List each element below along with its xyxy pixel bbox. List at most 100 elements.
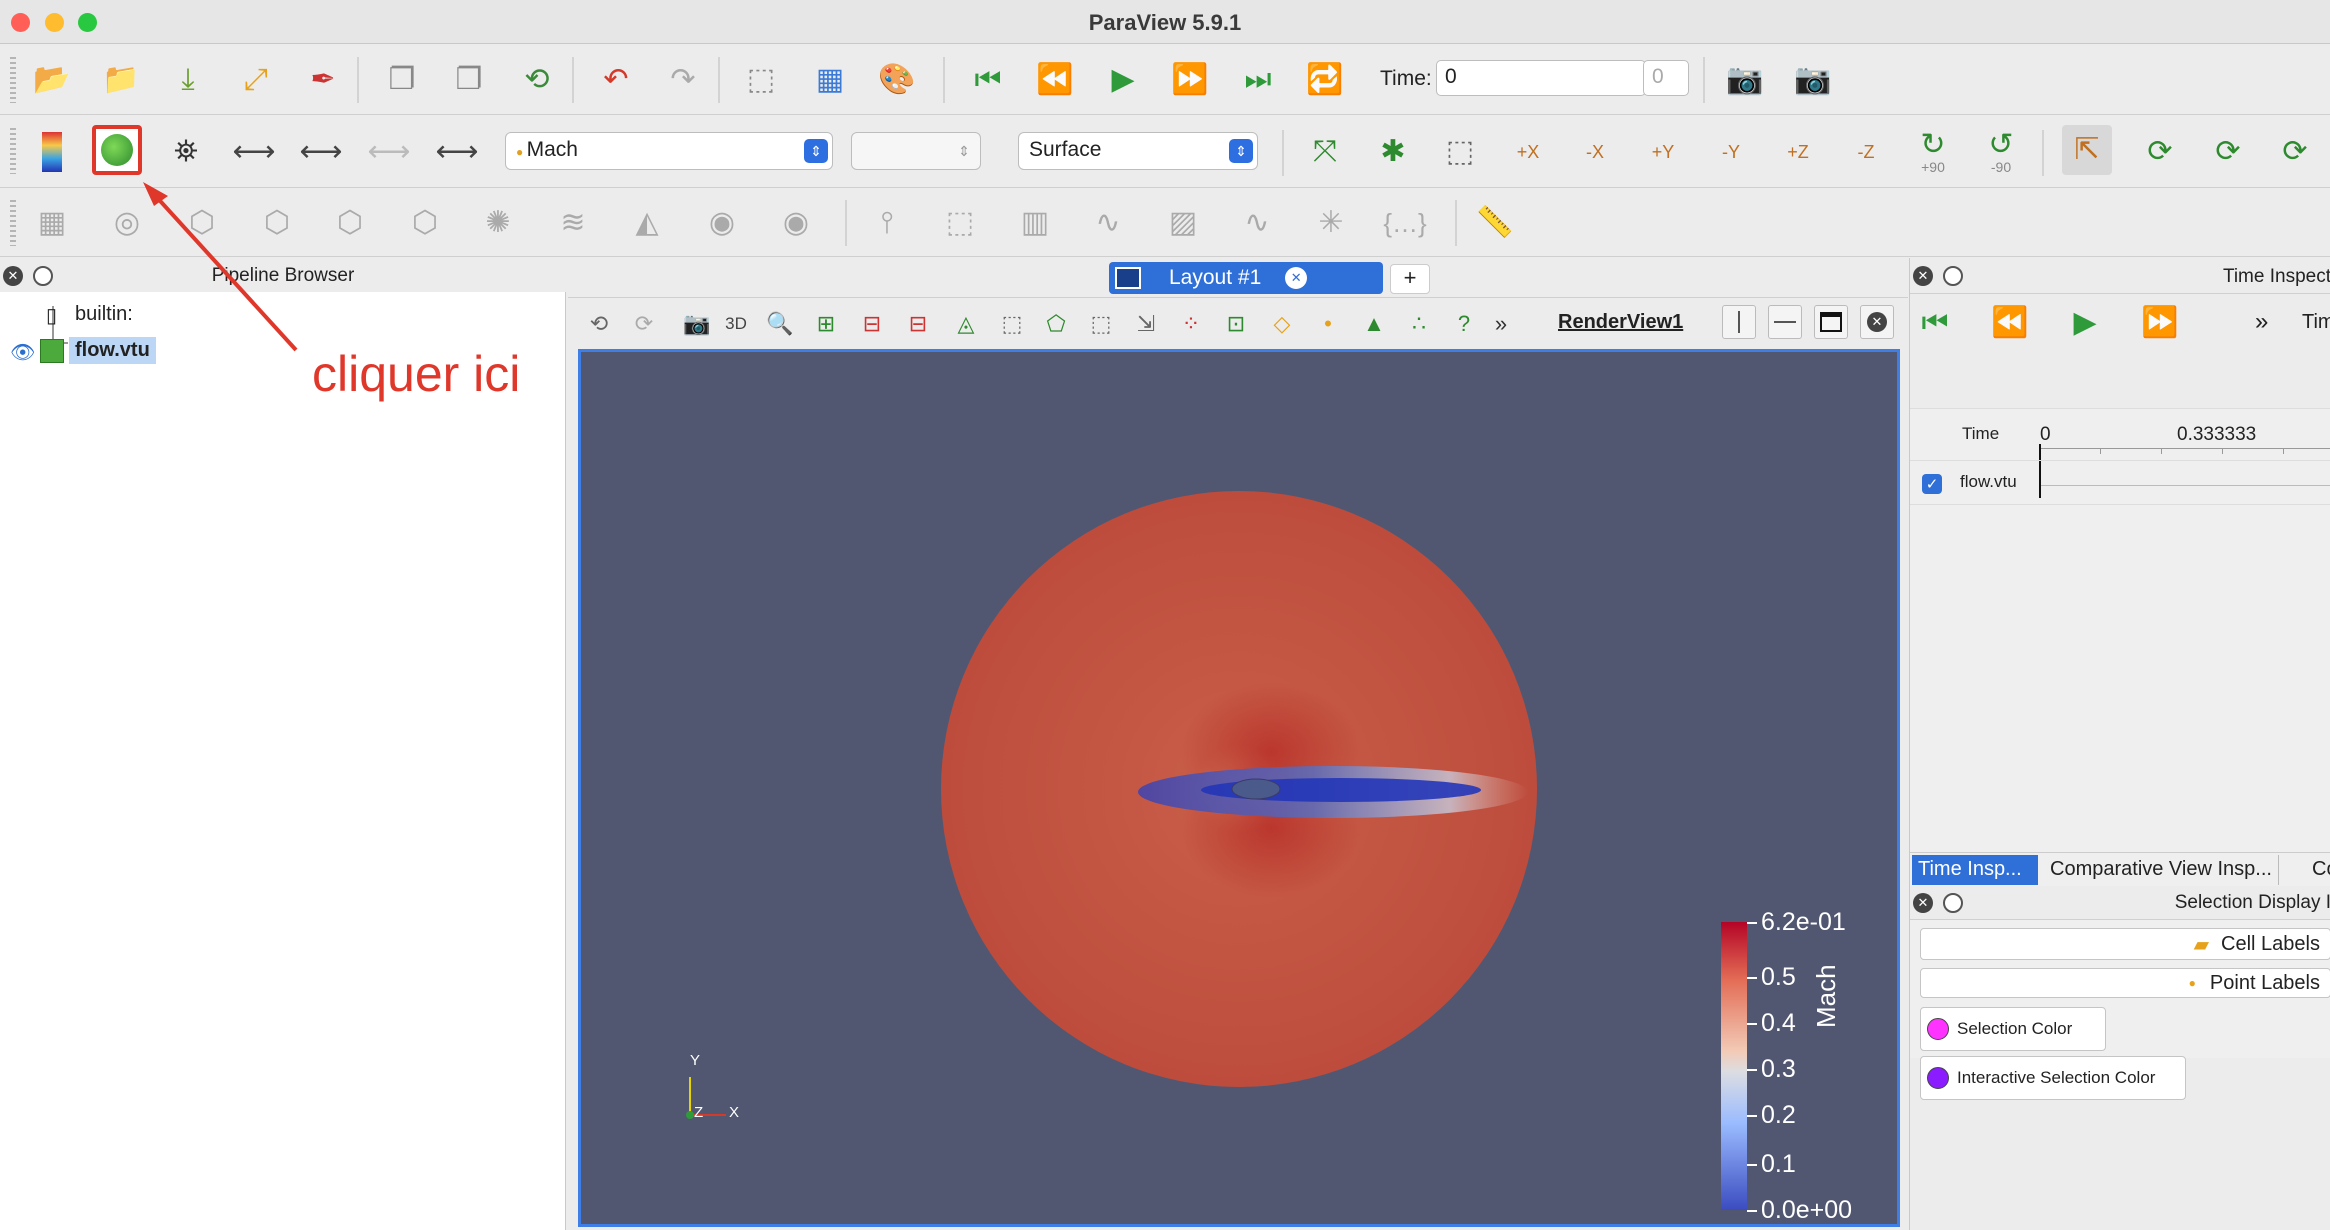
colorbar-tick-mark (1747, 1210, 1757, 1212)
view-minus-z-icon[interactable]: -Z (1841, 127, 1891, 177)
subtract-selection-icon[interactable]: ⊟ (902, 308, 934, 340)
play-icon[interactable]: ▶ (2060, 298, 2110, 348)
zoom-box-icon[interactable]: 🔍 (764, 308, 796, 340)
selection-color-button[interactable]: Selection Color (1920, 1007, 2106, 1051)
close-view-icon[interactable]: ✕ (1860, 305, 1894, 339)
more-icon[interactable]: » (2255, 308, 2268, 336)
hover-cells-icon[interactable]: ⊡ (1220, 308, 1252, 340)
close-tab-icon[interactable]: ✕ (1285, 267, 1308, 289)
split-horizontal-icon[interactable] (1722, 305, 1756, 339)
interactive-select-icon[interactable]: ⇲ (1130, 308, 1162, 340)
cell-labels-button[interactable]: ▰ Cell Labels (1920, 928, 2330, 960)
representation-select[interactable]: Surface ⇕ (1018, 132, 1258, 170)
time-input[interactable]: 0 (1436, 60, 1646, 96)
interactive-selection-color-button[interactable]: Interactive Selection Color (1920, 1056, 2186, 1100)
float-panel-icon[interactable] (1943, 266, 1963, 286)
shrink-selection-icon[interactable]: • (1312, 308, 1344, 340)
probe-icon[interactable]: ⫯ (862, 198, 912, 248)
right-dock: ✕ Time Inspect ⏮ ⏪ ▶ ⏩ » Tim Time 0 0.33… (1909, 258, 2330, 1230)
colorbar-tick-label: 0.4 (1761, 1008, 1796, 1037)
split-vertical-icon[interactable] (1768, 305, 1802, 339)
extract-selection-icon[interactable]: ∴ (1403, 308, 1435, 340)
toggle-3d-button[interactable]: 3D (720, 308, 752, 340)
select-block-icon[interactable]: ⬚ (1085, 308, 1117, 340)
python-filter-icon[interactable]: {…} (1380, 198, 1430, 248)
component-select[interactable]: ⇕ (851, 132, 981, 170)
first-frame-icon[interactable]: ⏮ (1910, 298, 1960, 348)
tab-layout-1[interactable]: Layout #1 ✕ (1109, 262, 1383, 294)
flow-vtu-checkbox[interactable]: ✓ (1922, 474, 1942, 494)
capture-view-icon[interactable]: 📷 (681, 308, 713, 340)
reset-center-icon[interactable]: ⟳ (2203, 127, 2253, 177)
view-name[interactable]: RenderView1 (1558, 311, 1683, 334)
select-polygon-icon[interactable]: ⬠ (1040, 308, 1072, 340)
zoom-to-box-icon[interactable]: ⬚ (1435, 127, 1485, 177)
group-datasets-icon[interactable]: ◉ (697, 198, 747, 248)
palette-icon[interactable]: 🎨 (872, 55, 922, 105)
add-layout-button[interactable]: + (1390, 264, 1430, 294)
selection-display-title: Selection Display I (2174, 892, 2330, 913)
first-frame-icon[interactable]: ⏮ (963, 55, 1013, 105)
time-index-spinner[interactable]: 0 (1643, 60, 1689, 96)
last-frame-icon[interactable]: ⏭ (1233, 55, 1283, 105)
select-cells-icon[interactable]: ⊞ (810, 308, 842, 340)
show-center-icon[interactable]: ⟳ (2135, 127, 2185, 177)
plot-selection-icon[interactable]: ▨ (1158, 198, 1208, 248)
point-labels-button[interactable]: ● Point Labels (1920, 968, 2330, 998)
maximize-view-icon[interactable] (1814, 305, 1848, 339)
histogram-icon[interactable]: ▥ (1010, 198, 1060, 248)
view-minus-x-icon[interactable]: -X (1570, 127, 1620, 177)
time-inspector-toolbar: ⏮ ⏪ ▶ ⏩ » Tim (1910, 294, 2330, 354)
close-icon[interactable]: ✕ (1913, 893, 1933, 913)
query-icon[interactable]: ? (1448, 308, 1480, 340)
previous-frame-icon[interactable]: ⏪ (1985, 298, 2035, 348)
colorbar-tick-mark (1747, 1022, 1757, 1025)
screenshot-icon[interactable]: 📷 (1720, 55, 1770, 105)
remove-selection-icon[interactable]: ⊟ (856, 308, 888, 340)
select-frustum-icon[interactable]: ⬚ (996, 308, 1028, 340)
save-animation-icon[interactable]: 📷 (1788, 55, 1838, 105)
plot-over-line-icon[interactable]: ∿ (1083, 198, 1133, 248)
tab-time-inspector[interactable]: Time Insp... (1912, 855, 2038, 885)
redo-view-icon[interactable]: ⟳ (628, 308, 660, 340)
rotate-plus-90-icon[interactable]: ↻ +90 (1908, 127, 1958, 177)
grow-selection-icon[interactable]: ◇ (1266, 308, 1298, 340)
render-view[interactable]: Y Z X 6.2e-01 0.5 0.4 0.3 0.2 0.1 0.0e+00 Mach (578, 349, 1900, 1227)
ruler-icon[interactable]: 📏 (1470, 198, 1520, 248)
select-points-icon[interactable]: ◬ (950, 308, 982, 340)
rotate-minus-90-icon[interactable]: ↺ -90 (1976, 127, 2026, 177)
colorbar-tick-label: 0.3 (1761, 1054, 1796, 1083)
tab-more[interactable]: Co (2306, 855, 2330, 885)
view-plus-y-icon[interactable]: +Y (1638, 127, 1688, 177)
view-plus-z-icon[interactable]: +Z (1773, 127, 1823, 177)
time-label: Time: (1380, 67, 1432, 90)
more-tools-icon[interactable]: » (1485, 308, 1517, 340)
reset-camera-closest-icon[interactable]: ✱ (1368, 127, 1418, 177)
close-icon[interactable]: ✕ (1913, 266, 1933, 286)
float-panel-icon[interactable] (1943, 893, 1963, 913)
plot-over-time-icon[interactable]: ∿ (1232, 198, 1282, 248)
colormap-editor-icon[interactable]: ▦ (805, 55, 855, 105)
tab-comparative-view[interactable]: Comparative View Insp... (2044, 855, 2279, 885)
show-orientation-axes-icon[interactable]: ⇱ (2062, 125, 2112, 175)
next-frame-icon[interactable]: ⏩ (1165, 55, 1215, 105)
reset-camera-icon[interactable]: ⤧ (1300, 127, 1350, 177)
annotation-text: cliquer ici (312, 346, 521, 402)
reset-view-icon[interactable]: ⟲ (583, 308, 615, 340)
view-minus-y-icon[interactable]: -Y (1706, 127, 1756, 177)
play-icon[interactable]: ▶ (1098, 55, 1148, 105)
snowflake-icon[interactable]: ✳ (1306, 198, 1356, 248)
pick-center-icon[interactable]: ⟳ (2270, 127, 2320, 177)
next-frame-icon[interactable]: ⏩ (2135, 298, 2185, 348)
extract-selection-icon[interactable]: ⬚ (935, 198, 985, 248)
colorbar-tick-mark (1747, 1163, 1757, 1166)
time-label-truncated: Tim (2302, 311, 2330, 333)
view-plus-x-icon[interactable]: +X (1503, 127, 1553, 177)
clear-selection-icon[interactable]: ▲ (1358, 308, 1390, 340)
colorbar-tick-mark (1747, 1114, 1757, 1117)
loop-icon[interactable]: 🔁 (1300, 55, 1350, 105)
find-data-icon[interactable]: ⬚ (736, 55, 786, 105)
extract-level-icon[interactable]: ◉ (771, 198, 821, 248)
hover-points-icon[interactable]: ⁘ (1175, 308, 1207, 340)
previous-frame-icon[interactable]: ⏪ (1030, 55, 1080, 105)
